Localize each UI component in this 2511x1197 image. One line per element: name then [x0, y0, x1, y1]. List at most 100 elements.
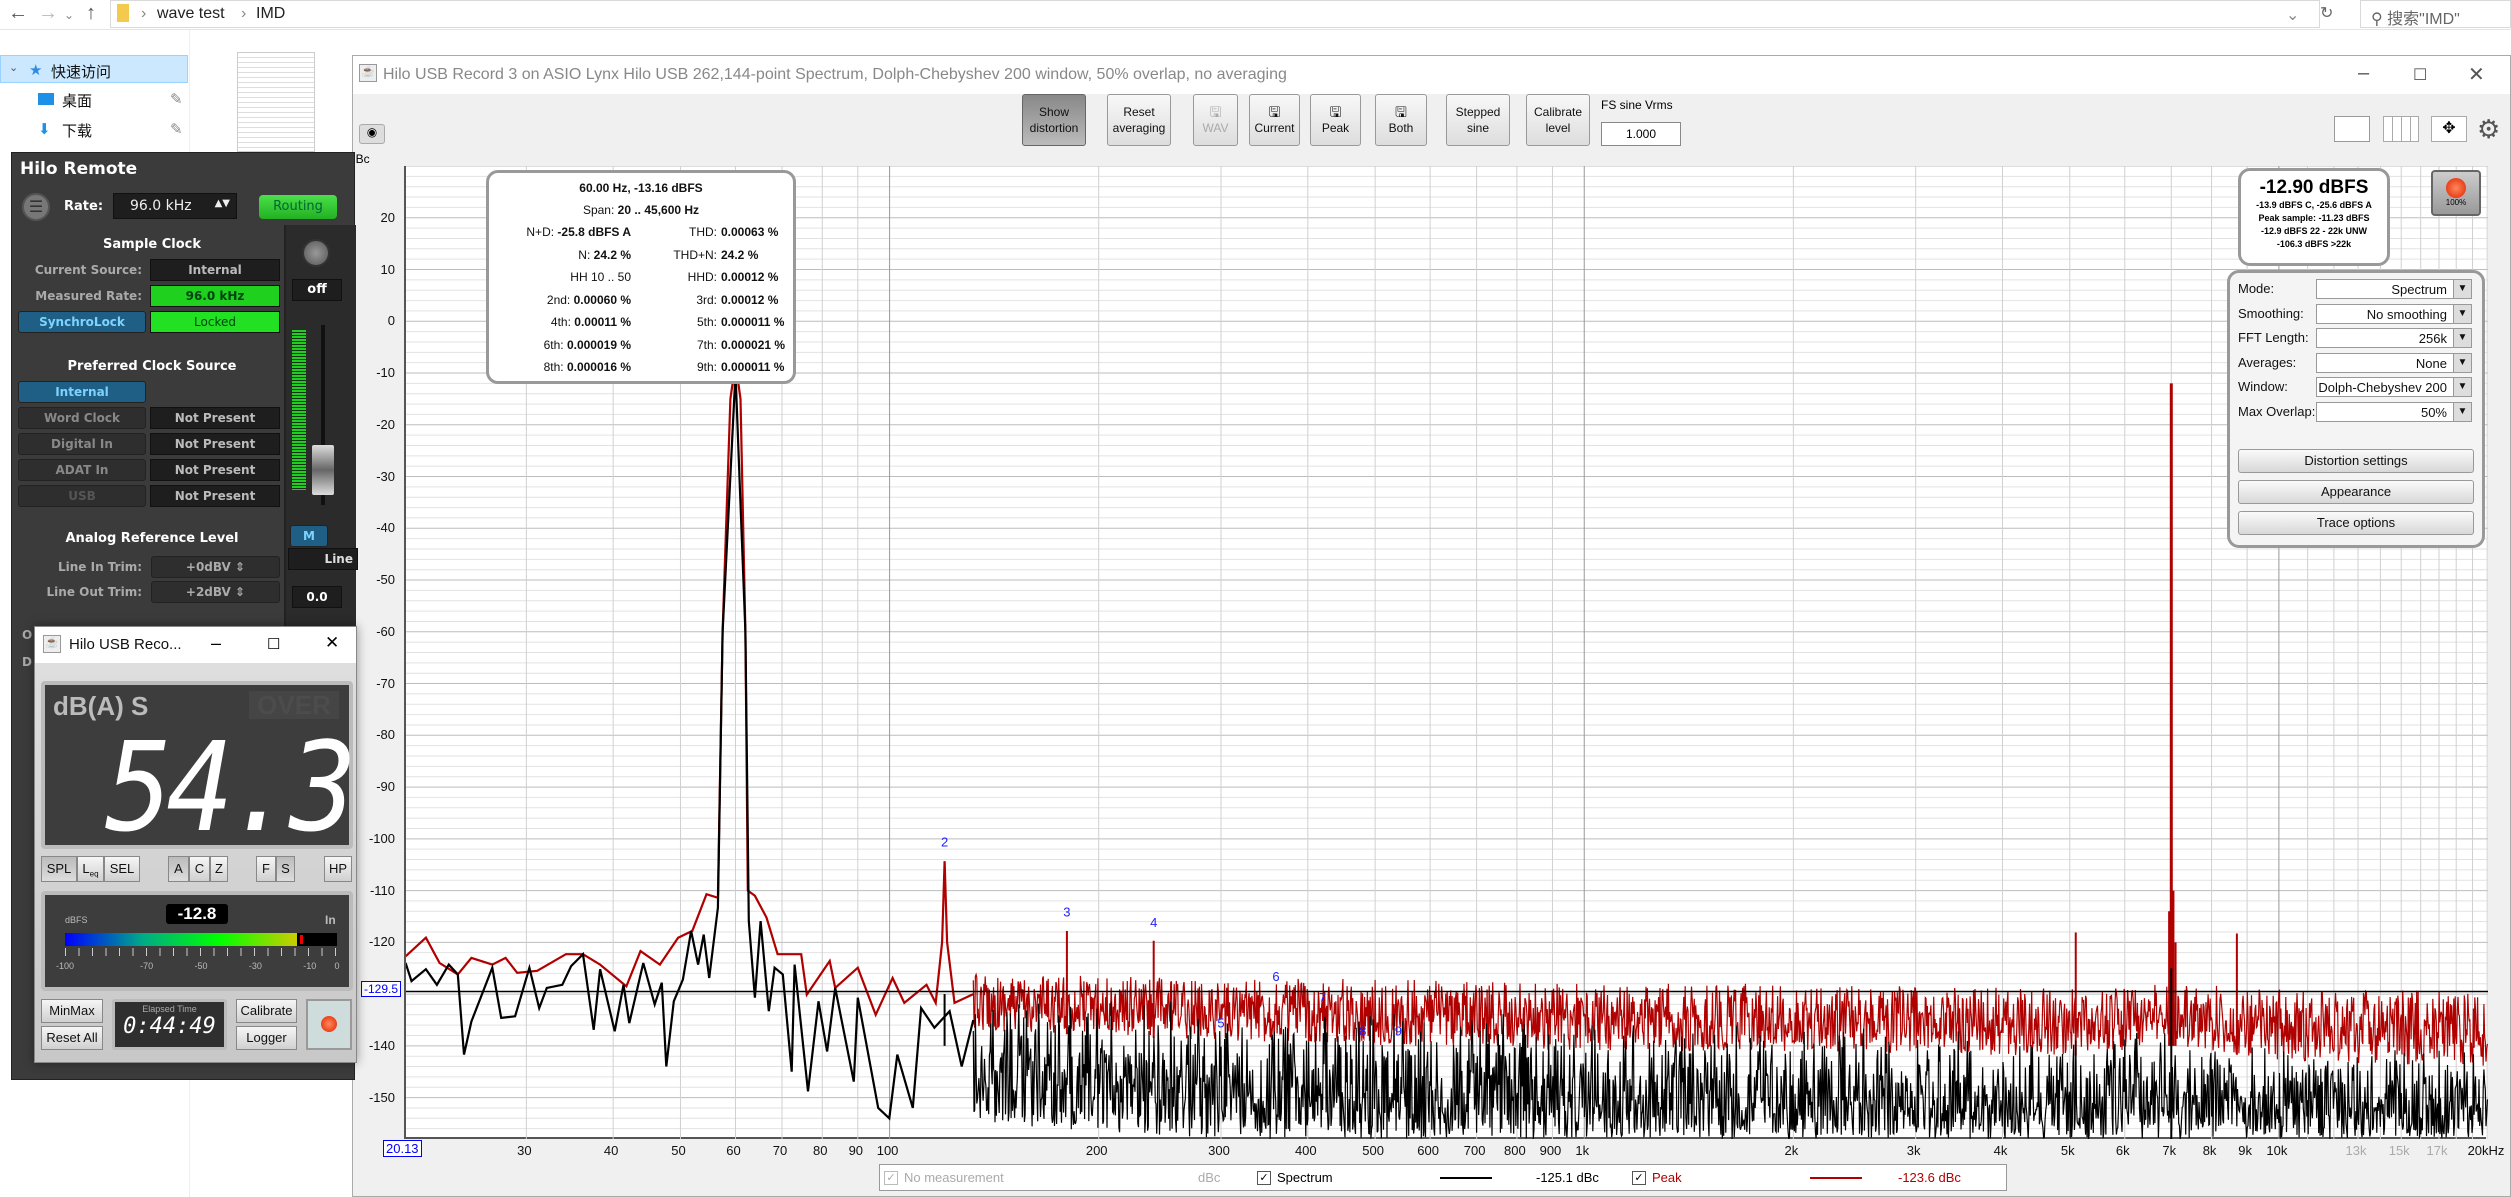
meter-title-bar: ☕ Hilo USB Reco... – ☐ ✕ [35, 627, 356, 663]
control-select[interactable]: None ▼ [2316, 352, 2472, 373]
reference-level-label[interactable]: -129.5 [361, 981, 402, 997]
harmonic-marker-9: 9 [1395, 1023, 1402, 1038]
meter-record-button[interactable] [306, 999, 352, 1050]
forward-arrow-icon[interactable]: → [38, 2, 58, 25]
maximize-button[interactable]: ☐ [267, 635, 280, 653]
distortion-settings-button[interactable]: Distortion settings [2238, 449, 2474, 473]
search-input[interactable]: ⚲ 搜索"IMD" [2360, 0, 2511, 28]
x-cursor-label[interactable]: 20.13 [383, 1140, 422, 1157]
fast-button[interactable]: F [256, 856, 276, 882]
spectrum-window: ☕ Hilo USB Record 3 on ASIO Lynx Hilo US… [349, 55, 2511, 1197]
breadcrumb-item[interactable]: wave test [157, 5, 225, 23]
hp-button[interactable]: HP [324, 856, 352, 882]
dropdown-chevron-icon[interactable]: ⌄ [2286, 5, 2299, 25]
toolbar-button-level[interactable]: Calibrate level [1526, 94, 1590, 146]
nav-desktop[interactable]: 桌面 ✎ [0, 85, 188, 113]
pan-knob[interactable] [302, 239, 330, 267]
toolbar-button-distortion[interactable]: Show distortion [1022, 94, 1086, 146]
close-button[interactable]: ✕ [325, 633, 339, 653]
toolbar-button-both[interactable]: 🖫 Both [1375, 94, 1427, 146]
distortion-metric-label: THD+N: [673, 247, 717, 262]
nav-downloads[interactable]: ⬇ 下载 ✎ [0, 115, 188, 143]
meter-window-title: Hilo USB Reco... [69, 636, 182, 653]
clock-source-option[interactable]: Word Clock [18, 407, 146, 429]
a-weighting-button[interactable]: A [168, 856, 189, 882]
c-weighting-button[interactable]: C [189, 856, 210, 882]
reset-all-button[interactable]: Reset All [41, 1026, 103, 1050]
sel-button[interactable]: SEL [104, 856, 140, 882]
save-icon: 🖫 [1209, 104, 1222, 120]
breadcrumb-item[interactable]: IMD [256, 5, 285, 23]
mute-button[interactable]: M [290, 525, 328, 547]
camera-icon[interactable]: ◉ [359, 124, 385, 144]
distortion-metric-label: 7th: [696, 337, 717, 352]
slow-button[interactable]: S [276, 856, 295, 882]
leq-button[interactable]: Leq [77, 856, 104, 882]
dbfs-scale-label: -70 [140, 961, 154, 971]
clock-source-option[interactable]: ADAT In [18, 459, 146, 481]
routing-button[interactable]: Routing [259, 195, 337, 219]
pin-icon: ✎ [170, 121, 183, 138]
toolbar-button-peak[interactable]: 🖫 Peak [1310, 94, 1361, 146]
clock-source-option[interactable]: Digital In [18, 433, 146, 455]
rate-select[interactable]: 96.0 kHz ▲▼ [113, 193, 237, 219]
logger-button[interactable]: Logger [236, 1026, 297, 1050]
chevron-down-icon: ▼ [2453, 304, 2471, 323]
columns-icon[interactable] [2383, 116, 2419, 142]
peak-checkbox[interactable]: ✓ [1632, 1171, 1646, 1185]
input-select[interactable]: Line [288, 548, 358, 570]
up-arrow-icon[interactable]: ↑ [86, 2, 96, 25]
x-tick-label: 9k [2238, 1143, 2252, 1158]
appearance-button[interactable]: Appearance [2238, 480, 2474, 504]
maximize-button[interactable]: ☐ [2413, 65, 2427, 85]
record-percent: 100% [2445, 198, 2467, 207]
fader-handle[interactable] [312, 445, 334, 495]
control-select[interactable]: No smoothing ▼ [2316, 303, 2472, 324]
toolbar-button-averaging[interactable]: Reset averaging [1107, 94, 1171, 146]
close-button[interactable]: ✕ [2468, 62, 2485, 87]
control-select[interactable]: 256k ▼ [2316, 328, 2472, 348]
chevron-down-icon: ▼ [2453, 378, 2471, 396]
line-out-trim-select[interactable]: +2dBV ⇕ [151, 581, 280, 603]
toolbar-button-wav[interactable]: 🖫 WAV [1193, 94, 1238, 146]
y-tick-label: -50 [376, 572, 395, 588]
calibrate-button[interactable]: Calibrate [236, 999, 297, 1023]
history-chevron-icon[interactable]: ⌄ [64, 8, 74, 22]
x-tick-label: 700 [1463, 1143, 1486, 1158]
zoom-fit-icon[interactable] [2334, 116, 2370, 142]
control-select[interactable]: Dolph-Chebyshev 200 ▼ [2316, 377, 2472, 397]
remote-title: Hilo Remote [20, 159, 138, 179]
toolbar-button-sine[interactable]: Stepped sine [1446, 94, 1510, 146]
spl-button[interactable]: SPL [41, 856, 77, 882]
gear-icon[interactable]: ⚙ [2477, 114, 2500, 145]
menu-icon[interactable]: ☰ [22, 193, 50, 221]
document-file-icon[interactable] [237, 52, 315, 152]
minimize-button[interactable]: – [2358, 62, 2369, 85]
record-button[interactable]: 100% [2431, 170, 2481, 216]
harmonic-marker-7: 7 [1319, 990, 1326, 1005]
clock-source-internal[interactable]: Internal [18, 381, 146, 403]
minimize-button[interactable]: – [211, 633, 221, 654]
java-app-icon: ☕ [359, 64, 377, 82]
control-label: Max Overlap: [2238, 403, 2316, 419]
trace-options-button[interactable]: Trace options [2238, 511, 2474, 535]
z-weighting-button[interactable]: Z [210, 856, 228, 882]
fs-sine-input[interactable] [1601, 122, 1681, 146]
address-bar[interactable]: › wave test › IMD ⌄ [110, 0, 2320, 28]
nav-quick-access[interactable]: ⌄ ★ 快速访问 [0, 55, 188, 83]
elapsed-label: Elapsed Time [142, 1004, 197, 1014]
no-measurement-checkbox[interactable]: ✓ [884, 1171, 898, 1185]
line-in-trim-select[interactable]: +0dBV ⇕ [151, 556, 280, 578]
pan-arrows-icon[interactable]: ✥ [2431, 116, 2467, 142]
back-arrow-icon[interactable]: ← [8, 2, 28, 25]
clock-source-option[interactable]: USB [18, 485, 146, 507]
toolbar-button-current[interactable]: 🖫 Current [1249, 94, 1300, 146]
synchrolock-button[interactable]: SynchroLock [18, 311, 146, 333]
plot-area[interactable]: 2 3 4 5 6 7 8 9 60.00 Hz, -13.16 dBFS Span: 20 … [404, 166, 2488, 1139]
minmax-button[interactable]: MinMax [41, 999, 103, 1023]
spectrum-legend-value: -125.1 dBc [1536, 1170, 1599, 1185]
refresh-icon[interactable]: ↻ [2320, 3, 2333, 23]
control-select[interactable]: Spectrum ▼ [2316, 279, 2472, 299]
spectrum-checkbox[interactable]: ✓ [1257, 1171, 1271, 1185]
control-select[interactable]: 50% ▼ [2316, 401, 2472, 422]
